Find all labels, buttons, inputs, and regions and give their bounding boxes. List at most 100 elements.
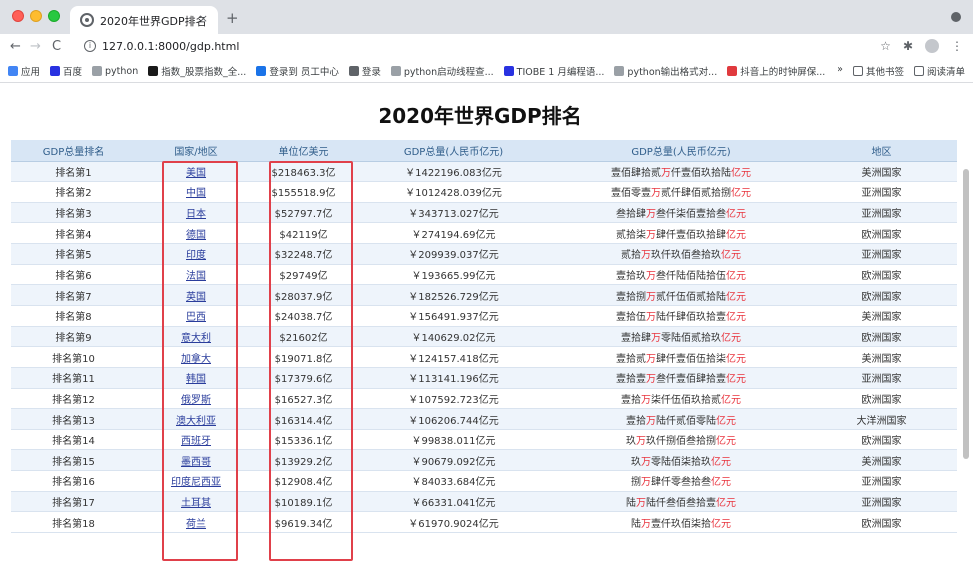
profile-dot-icon[interactable] bbox=[951, 12, 961, 22]
country-link[interactable]: 澳大利亚 bbox=[176, 416, 216, 427]
rmb-chinese-cell: 玖万玖仟捌佰叁拾捌亿元 bbox=[556, 429, 806, 451]
site-info-icon[interactable]: i bbox=[84, 40, 96, 52]
bookmark-item[interactable]: python bbox=[92, 64, 138, 78]
tab-gdp[interactable]: 2020年世界GDP排名 × bbox=[70, 6, 218, 34]
country-link[interactable]: 英国 bbox=[186, 292, 206, 303]
wan-unit: 万 bbox=[641, 477, 651, 489]
rmb-chinese-cell: 陆万壹仟玖佰柒拾亿元 bbox=[556, 511, 806, 534]
country-link[interactable]: 美国 bbox=[186, 168, 206, 179]
minimize-window-button[interactable] bbox=[30, 10, 42, 22]
bookmark-item[interactable]: python输出格式对... bbox=[614, 64, 717, 78]
rmb-cell: ￥1012428.039亿元 bbox=[351, 181, 556, 203]
forward-button[interactable]: → bbox=[30, 39, 41, 54]
avatar[interactable] bbox=[925, 39, 939, 53]
other-bookmarks[interactable]: 其他书签 bbox=[852, 64, 904, 78]
table-row: 排名第11 韩国 $17379.6亿 ￥113141.196亿元 壹拾壹万叁仟壹佰肆拾壹… bbox=[11, 367, 957, 389]
country-link[interactable]: 土耳其 bbox=[181, 498, 211, 509]
cn-middle: 玖仟捌佰叁拾捌 bbox=[646, 436, 716, 448]
bookmark-item[interactable]: 抖音上的时钟屏保... bbox=[727, 64, 825, 78]
cn-prefix: 壹拾 bbox=[626, 415, 646, 427]
cn-prefix: 捌 bbox=[631, 477, 641, 489]
toolbar-actions: ☆ ✱ ⋮ bbox=[880, 39, 963, 53]
maximize-window-button[interactable] bbox=[48, 10, 60, 22]
wan-unit: 万 bbox=[646, 271, 656, 283]
extensions-icon[interactable]: ✱ bbox=[903, 39, 913, 53]
bookmark-star-icon[interactable]: ☆ bbox=[880, 39, 891, 53]
cn-middle: 壹仟玖佰柒拾 bbox=[651, 518, 711, 530]
country-link[interactable]: 加拿大 bbox=[181, 354, 211, 365]
usd-cell: $52797.7亿 bbox=[256, 202, 351, 224]
usd-cell: $17379.6亿 bbox=[256, 367, 351, 389]
rmb-chinese-cell: 壹拾捌万贰仟伍佰贰拾陆亿元 bbox=[556, 284, 806, 306]
table-row: 排名第10 加拿大 $19071.8亿 ￥124157.418亿元 壹拾贰万肆仟壹佰伍拾… bbox=[11, 346, 957, 368]
column-header: GDP总量排名 bbox=[11, 140, 136, 162]
rmb-cell: ￥106206.744亿元 bbox=[351, 408, 556, 430]
country-link[interactable]: 印度 bbox=[186, 250, 206, 261]
reading-list[interactable]: 阅读清单 bbox=[913, 64, 965, 78]
address-bar[interactable]: i 127.0.0.1:8000/gdp.html bbox=[80, 37, 780, 57]
bookmark-item[interactable]: TIOBE 1 月编程语... bbox=[503, 64, 604, 78]
cn-middle: 肆仟壹佰伍拾柒 bbox=[656, 353, 726, 365]
region-cell: 欧洲国家 bbox=[806, 284, 957, 306]
column-header: 单位亿美元 bbox=[256, 140, 351, 162]
bookmark-item[interactable]: 应用 bbox=[8, 64, 40, 78]
bookmark-item[interactable]: 登录到 员工中心 bbox=[256, 64, 339, 78]
country-cell: 意大利 bbox=[136, 326, 256, 348]
cn-prefix: 陆 bbox=[631, 518, 641, 530]
bookmark-label: 指数_股票指数_全... bbox=[161, 67, 247, 78]
bookmark-item[interactable]: 指数_股票指数_全... bbox=[148, 64, 246, 78]
close-window-button[interactable] bbox=[12, 10, 24, 22]
cn-prefix: 壹拾伍 bbox=[616, 312, 646, 324]
table-row: 排名第4 德国 $42119亿 ￥274194.69亿元 贰拾柒万肆仟壹佰玖拾肆亿元 欧洲… bbox=[11, 222, 957, 245]
bookmark-favicon-icon bbox=[390, 66, 401, 76]
tab-close-icon[interactable]: × bbox=[199, 12, 208, 25]
country-link[interactable]: 巴西 bbox=[186, 312, 206, 323]
back-button[interactable]: ← bbox=[10, 39, 21, 54]
reload-button[interactable]: C bbox=[52, 39, 61, 54]
usd-cell: $24038.7亿 bbox=[256, 305, 351, 327]
url-text[interactable]: 127.0.0.1:8000/gdp.html bbox=[102, 40, 239, 53]
usd-cell: $42119亿 bbox=[256, 222, 351, 245]
table-row: 排名第12 俄罗斯 $16527.3亿 ￥107592.723亿元 壹拾万柒仟伍佰玖拾贰… bbox=[11, 388, 957, 410]
country-link[interactable]: 德国 bbox=[186, 230, 206, 241]
browser-chrome: 2020年世界GDP排名 × + ← → C i 127.0.0.1:8000/… bbox=[0, 0, 973, 83]
rank-cell: 排名第11 bbox=[11, 367, 136, 389]
country-link[interactable]: 中国 bbox=[186, 188, 206, 199]
cn-middle: 仟壹佰玖拾陆 bbox=[671, 167, 731, 179]
menu-icon[interactable]: ⋮ bbox=[951, 39, 963, 53]
reading-list-icon bbox=[913, 66, 924, 76]
yiyuan-unit: 亿元 bbox=[731, 167, 751, 179]
rmb-cell: ￥124157.418亿元 bbox=[351, 346, 556, 368]
country-link[interactable]: 日本 bbox=[186, 209, 206, 220]
country-link[interactable]: 意大利 bbox=[181, 333, 211, 344]
yiyuan-unit: 亿元 bbox=[726, 271, 746, 283]
globe-icon bbox=[80, 13, 94, 27]
yiyuan-unit: 亿元 bbox=[726, 209, 746, 221]
country-link[interactable]: 俄罗斯 bbox=[181, 395, 211, 406]
rmb-chinese-cell: 贰拾柒万肆仟壹佰玖拾肆亿元 bbox=[556, 222, 806, 245]
bookmark-favicon-icon bbox=[348, 66, 359, 76]
table-row: 排名第15 墨西哥 $13929.2亿 ￥90679.092亿元 玖万零陆佰柒拾玖亿元美… bbox=[11, 449, 957, 472]
country-link[interactable]: 印度尼西亚 bbox=[171, 477, 221, 488]
bookmarks-bar: 应用 百度 python 指数_股票指数_全... 登录到 员工中心 登录 python启动… bbox=[0, 60, 973, 83]
country-link[interactable]: 西班牙 bbox=[181, 436, 211, 447]
country-link[interactable]: 墨西哥 bbox=[181, 457, 211, 468]
table-row: 排名第9 意大利 $21602亿 ￥140629.02亿元 壹拾肆万零陆佰贰拾玖亿元 欧洲… bbox=[11, 326, 957, 348]
bookmarks-more-button[interactable]: » bbox=[837, 64, 843, 78]
rmb-cell: ￥343713.027亿元 bbox=[351, 202, 556, 224]
country-link[interactable]: 韩国 bbox=[186, 374, 206, 385]
country-link[interactable]: 荷兰 bbox=[186, 519, 206, 530]
table-row: 排名第7 英国 $28037.9亿 ￥182526.729亿元 壹拾捌万贰仟伍佰贰拾陆亿… bbox=[11, 284, 957, 306]
region-cell: 欧洲国家 bbox=[806, 222, 957, 245]
cn-prefix: 壹拾捌 bbox=[616, 291, 646, 303]
table-row: 排名第14 西班牙 $15336.1亿 ￥99838.011亿元 玖万玖仟捌佰叁拾捌亿元… bbox=[11, 429, 957, 451]
rank-cell: 排名第9 bbox=[11, 326, 136, 348]
bookmark-item[interactable]: python启动线程查... bbox=[390, 64, 494, 78]
bookmark-item[interactable]: 百度 bbox=[50, 64, 82, 78]
new-tab-button[interactable]: + bbox=[226, 9, 239, 27]
table-row: 排名第5 印度 $32248.7亿 ￥209939.037亿元 贰拾万玖仟玖佰叁拾玖亿元… bbox=[11, 243, 957, 265]
bookmark-item[interactable]: 登录 bbox=[348, 64, 381, 78]
country-link[interactable]: 法国 bbox=[186, 271, 206, 282]
page-scrollbar[interactable] bbox=[963, 169, 969, 459]
rmb-chinese-cell: 壹拾伍万陆仟肆佰玖拾壹亿元 bbox=[556, 305, 806, 327]
